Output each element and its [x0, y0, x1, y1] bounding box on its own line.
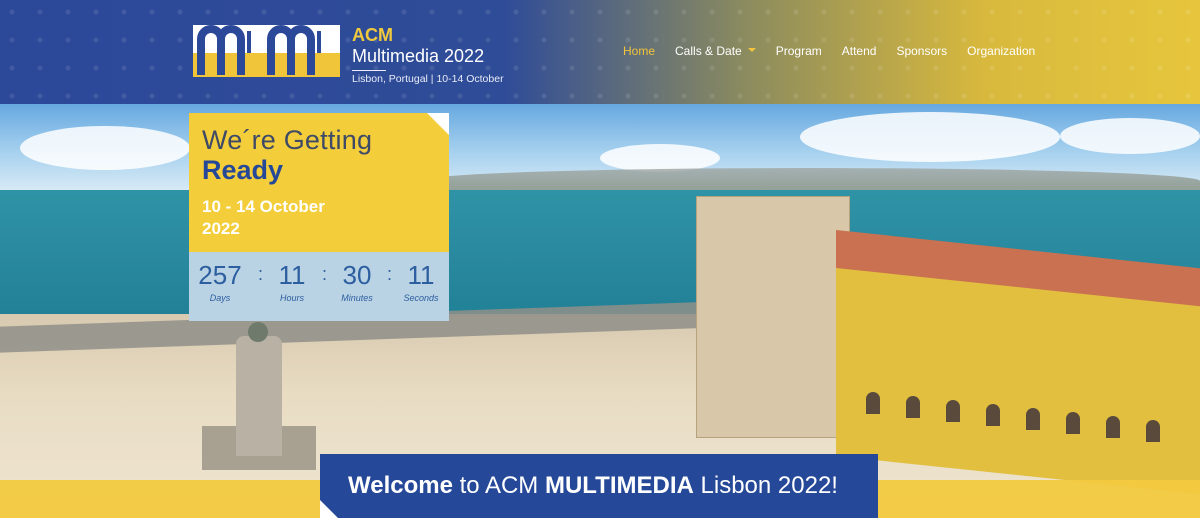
card-heading-line1: We´re Getting	[202, 125, 373, 155]
nav-item-sponsors[interactable]: Sponsors	[886, 44, 957, 58]
chevron-down-icon	[747, 47, 756, 52]
timer-seconds: 11 Seconds	[393, 260, 449, 303]
building-arch	[946, 400, 960, 422]
welcome-lisbon: Lisbon 2022!	[693, 472, 838, 499]
building-arch	[906, 396, 920, 418]
building-arch	[866, 392, 880, 414]
nav-item-calls-date-label: Calls & Date	[675, 44, 742, 58]
card-dates-line2: 2022	[202, 219, 240, 238]
hero-cloud	[1060, 118, 1200, 154]
hero-cloud	[800, 112, 1060, 162]
welcome-word: Welcome	[348, 472, 453, 499]
card-dates: 10 - 14 October 2022	[202, 196, 362, 240]
timer-minutes-label: Minutes	[341, 293, 373, 303]
statue	[236, 336, 282, 456]
building-arch	[1106, 416, 1120, 438]
welcome-banner: Welcome to ACM MULTIMEDIA Lisbon 2022!	[320, 454, 878, 518]
timer-days-label: Days	[209, 293, 231, 303]
timer-separator: :	[258, 264, 264, 284]
hero-building	[696, 196, 1200, 495]
card-dates-line1: 10 - 14 October	[202, 197, 325, 216]
nav-item-attend[interactable]: Attend	[832, 44, 887, 58]
timer-hours: 11 Hours	[264, 260, 320, 303]
timer-separator: :	[322, 264, 328, 284]
card-heading-line2: Ready	[202, 155, 284, 185]
welcome-to-acm: to ACM	[452, 472, 545, 499]
mm-logo-icon[interactable]	[193, 25, 340, 77]
countdown-card: We´re Getting Ready 10 - 14 October 2022…	[189, 113, 449, 321]
timer-days-value: 257	[198, 260, 242, 290]
building-facade	[836, 268, 1200, 495]
timer-separator: :	[387, 264, 393, 284]
brand-title: Multimedia 2022	[352, 46, 485, 66]
timer-seconds-value: 11	[407, 260, 435, 290]
welcome-multimedia: MULTIMEDIA	[544, 472, 694, 499]
nav-item-home[interactable]: Home	[613, 44, 665, 58]
brand-block[interactable]: ACM Multimedia 2022 Lisbon, Portugal | 1…	[352, 25, 504, 85]
welcome-text: Welcome to ACM MULTIMEDIA Lisbon 2022!	[348, 472, 838, 500]
brand-acm: ACM	[352, 25, 393, 45]
building-arch	[1146, 420, 1160, 442]
countdown-timer: 257 Days : 11 Hours : 30 Minutes : 11 Se…	[189, 252, 449, 321]
building-tower	[696, 196, 850, 438]
banner-corner	[320, 500, 338, 518]
timer-hours-value: 11	[278, 260, 306, 290]
brand-divider	[352, 70, 386, 71]
timer-hours-label: Hours	[279, 293, 304, 303]
nav-item-organization[interactable]: Organization	[957, 44, 1045, 58]
timer-minutes: 30 Minutes	[329, 260, 385, 303]
building-arch	[1026, 408, 1040, 430]
nav-item-program[interactable]: Program	[766, 44, 832, 58]
timer-minutes-value: 30	[342, 260, 372, 290]
brand-location: Lisbon, Portugal | 10-14 October	[352, 73, 504, 85]
building-arch	[986, 404, 1000, 426]
nav-item-calls-date[interactable]: Calls & Date	[665, 44, 766, 58]
timer-seconds-label: Seconds	[403, 293, 439, 303]
hero-cloud	[20, 126, 190, 170]
building-arch	[1066, 412, 1080, 434]
card-corner	[427, 113, 449, 135]
site-header: ACM Multimedia 2022 Lisbon, Portugal | 1…	[0, 0, 1200, 104]
timer-days: 257 Days	[192, 260, 248, 303]
main-nav: Home Calls & Date Program Attend Sponsor…	[613, 44, 1045, 58]
statue-top	[248, 322, 268, 342]
